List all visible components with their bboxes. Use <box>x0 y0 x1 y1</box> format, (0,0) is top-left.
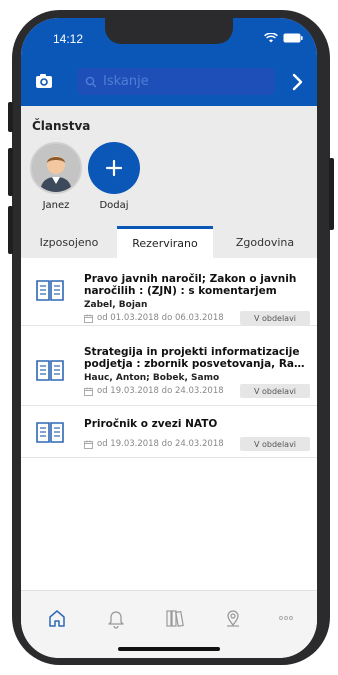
item-authors: Zabel, Bojan <box>84 300 148 310</box>
avatar <box>30 142 82 194</box>
item-dates: od 01.03.2018 do 06.03.2018 <box>84 313 224 323</box>
status-badge: V obdelavi <box>240 437 310 451</box>
tab-izposojeno[interactable]: Izposojeno <box>21 226 117 258</box>
member-janez[interactable]: Janez <box>26 142 86 211</box>
top-bar: Iskanje <box>21 58 317 106</box>
volume-down-button <box>8 206 13 254</box>
person-avatar-icon <box>32 144 80 192</box>
tab-bar: Izposojeno Rezervirano Zgodovina <box>21 226 317 258</box>
item-date-range: od 19.03.2018 do 24.03.2018 <box>97 386 224 396</box>
tab-zgodovina[interactable]: Zgodovina <box>213 226 317 258</box>
item-date-range: od 19.03.2018 do 24.03.2018 <box>97 439 224 449</box>
status-time: 14:12 <box>53 32 84 46</box>
item-title-line1: Pravo javnih naročil; Zakon o javnih <box>84 273 297 285</box>
item-title-line1: Priročnik o zvezi NATO <box>84 418 218 430</box>
bottom-tab-bar <box>21 590 317 658</box>
status-bar: 14:12 <box>21 18 317 58</box>
chevron-right-icon[interactable] <box>291 72 305 92</box>
app-screen: 14:12 Iskanje Članstva Janez Dodaj Izpos… <box>21 18 317 658</box>
list-item[interactable]: Strategija in projekti informatizacije p… <box>21 338 317 406</box>
item-authors: Hauc, Anton; Bobek, Samo <box>84 373 220 383</box>
add-member-button[interactable]: Dodaj <box>84 142 144 211</box>
search-input[interactable]: Iskanje <box>77 68 275 95</box>
calendar-icon <box>84 314 93 323</box>
list-item[interactable]: Priročnik o zvezi NATO od 19.03.2018 do … <box>21 406 317 458</box>
add-label: Dodaj <box>99 200 129 211</box>
tab-rezervirano[interactable]: Rezervirano <box>117 226 213 258</box>
notch <box>105 18 233 44</box>
book-icon <box>36 422 64 443</box>
camera-icon[interactable] <box>35 72 53 90</box>
membership-section: Članstva Janez Dodaj <box>21 106 317 226</box>
home-icon[interactable] <box>46 607 68 629</box>
item-date-range: od 01.03.2018 do 06.03.2018 <box>97 313 224 323</box>
status-badge: V obdelavi <box>240 311 310 325</box>
item-dates: od 19.03.2018 do 24.03.2018 <box>84 386 224 396</box>
member-name: Janez <box>42 200 70 211</box>
calendar-icon <box>84 440 93 449</box>
power-button <box>329 158 334 230</box>
status-icons <box>264 33 303 43</box>
wifi-icon <box>264 33 278 43</box>
plus-icon <box>105 159 123 177</box>
location-icon[interactable] <box>222 607 244 629</box>
add-circle <box>88 142 140 194</box>
more-icon[interactable] <box>275 607 297 629</box>
search-icon <box>85 76 97 87</box>
battery-icon <box>283 33 303 43</box>
home-indicator[interactable] <box>118 647 220 651</box>
mute-switch <box>8 102 13 132</box>
calendar-icon <box>84 387 93 396</box>
item-dates: od 19.03.2018 do 24.03.2018 <box>84 439 224 449</box>
library-icon[interactable] <box>164 607 186 629</box>
book-icon <box>36 280 64 301</box>
bell-icon[interactable] <box>105 607 127 629</box>
list-item[interactable]: Pravo javnih naročil; Zakon o javnih nar… <box>21 258 317 326</box>
item-title-line1: Strategija in projekti informatizacije <box>84 346 300 358</box>
status-badge: V obdelavi <box>240 384 310 398</box>
item-title-line2: naročilih : (ZJN) : s komentarjem <box>84 285 277 297</box>
search-placeholder: Iskanje <box>103 74 149 89</box>
volume-up-button <box>8 148 13 196</box>
book-icon <box>36 360 64 381</box>
membership-title: Članstva <box>32 119 91 133</box>
item-title-line2: podjetja : zbornik posvetovanja, Radenci… <box>84 358 310 370</box>
